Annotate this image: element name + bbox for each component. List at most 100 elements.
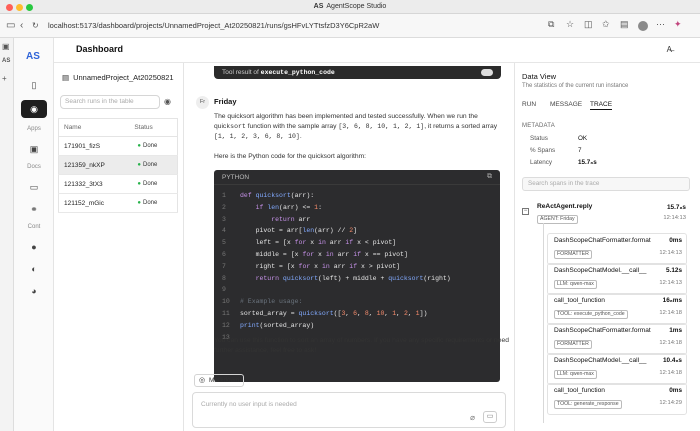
code-text: middle = [x for x in arr if x == pivot]: [255, 251, 408, 258]
span-tag: FORMATTER: [554, 250, 592, 259]
input-placeholder: Currently no user input is needed: [201, 401, 297, 408]
eye-icon[interactable]: ◉: [164, 97, 171, 106]
span-name: DashScopeChatModel.__call__: [554, 267, 647, 274]
sidebar-toggle-icon[interactable]: ▯: [21, 76, 47, 94]
tool-result-bar[interactable]: Tool result of execute_python_code: [214, 66, 501, 79]
column-header-status: Status: [129, 118, 178, 137]
agentscope-logo[interactable]: AS: [26, 51, 40, 62]
browser-toolbar: ▭ ‹ ↻ localhost:5173/dashboard/projects/…: [0, 14, 700, 38]
span-name: DashScopeChatModel.__call__: [554, 357, 647, 364]
code-line: 1 def quicksort(arr):: [222, 192, 314, 199]
collections-icon[interactable]: ▤: [620, 19, 629, 30]
copilot-icon[interactable]: ✦: [674, 19, 682, 30]
dingtalk-icon[interactable]: ◕: [21, 282, 47, 300]
back-icon[interactable]: ‹: [20, 20, 23, 31]
span-duration: 15.7₈s: [667, 204, 686, 211]
metadata-value: OK: [578, 135, 588, 142]
new-tab-icon[interactable]: +: [2, 74, 7, 83]
markdown-toggle-button[interactable]: ◎ Markdown: [194, 374, 244, 387]
bookmark-icon[interactable]: ☆: [566, 19, 574, 30]
layout-icon[interactable]: ▤: [62, 73, 69, 82]
tab-run[interactable]: RUN: [522, 101, 536, 108]
book-icon[interactable]: ▭: [21, 178, 47, 196]
metadata-value: 7: [578, 147, 582, 154]
discord-icon[interactable]: ◐: [21, 260, 47, 278]
runs-search-input[interactable]: Search runs in the table: [60, 95, 160, 109]
trace-span[interactable]: DashScopeChatFormatter.format 0ms FORMATTE…: [547, 233, 687, 265]
translate-icon[interactable]: A̶: [667, 45, 672, 54]
table-row[interactable]: 121332_3tX3 Done: [58, 174, 178, 194]
metadata-value: 15.7₈s: [578, 159, 597, 166]
message-sender: Friday: [214, 97, 237, 106]
code-text: return quicksort(left) + middle + quicks…: [255, 274, 451, 282]
send-button[interactable]: ▭: [483, 411, 497, 423]
panel-title: Data View: [522, 72, 557, 81]
status-badge: Done: [134, 142, 160, 150]
tabs-panel-icon[interactable]: ▣: [2, 42, 10, 51]
code-line: 7 right = [x for x in arr if x > pivot]: [222, 263, 400, 270]
attach-icon[interactable]: ⌀: [470, 413, 475, 422]
status-badge: Done: [134, 180, 160, 188]
span-name[interactable]: ReActAgent.reply: [537, 203, 592, 210]
span-time: 12:14:29: [659, 400, 682, 406]
more-icon[interactable]: ⋯: [656, 19, 665, 30]
split-view-icon[interactable]: ◫: [584, 19, 593, 30]
span-name: call_tool_function: [554, 387, 605, 394]
run-name: 121152_mGic: [58, 193, 130, 213]
line-number: 6: [222, 251, 226, 258]
span-duration: 0ms: [669, 237, 682, 244]
profile-avatar[interactable]: [638, 21, 648, 31]
panel-subtitle: The statistics of the current run instan…: [522, 83, 629, 89]
metadata-heading: METADATA: [522, 123, 555, 129]
tab-trace[interactable]: TRACE: [590, 101, 613, 110]
collapse-toggle[interactable]: −: [522, 208, 529, 215]
table-row-selected[interactable]: 121359_nkXP Done: [58, 155, 178, 175]
code-text: left = [x for x in arr if x < pivot]: [255, 239, 397, 247]
trace-span[interactable]: DashScopeChatModel.__call__ 5.12s LLM: qwe…: [547, 263, 687, 295]
expand-toggle[interactable]: [481, 69, 493, 76]
line-number: 3: [222, 215, 226, 223]
line-number: 1: [222, 192, 226, 199]
code-text: return arr: [271, 215, 311, 223]
link-icon[interactable]: ⚭: [21, 200, 47, 218]
window-titlebar: AS AgentScope Studio: [0, 0, 700, 14]
metadata-key: Latency: [530, 159, 553, 166]
tab-message[interactable]: MESSAGE: [550, 101, 582, 108]
reload-icon[interactable]: ↻: [32, 21, 39, 30]
span-search-input[interactable]: Search spans in the trace: [522, 177, 690, 191]
line-number: 8: [222, 274, 226, 282]
chat-input[interactable]: Currently no user input is needed ⌀ ▭: [192, 392, 506, 428]
code-text: pivot = arr[len(arr) // 2]: [255, 227, 358, 235]
tab-icon[interactable]: ⧉: [548, 19, 554, 30]
span-time: 12:14:18: [659, 340, 682, 346]
code-text: print(sorted_array): [240, 321, 315, 329]
line-number: 10: [222, 298, 230, 306]
span-duration: 10.4₈s: [663, 357, 682, 364]
table-row[interactable]: 121152_mGic Done: [58, 193, 178, 213]
agentscope-tab-icon[interactable]: AS: [2, 58, 10, 64]
trace-span[interactable]: call_tool_function 0ms TOOL: generate_resp…: [547, 383, 687, 415]
runs-panel: ▤ UnnamedProject_At20250821 Search runs i…: [54, 63, 184, 431]
span-time: 12:14:13: [663, 215, 686, 221]
code-text: def quicksort(arr):: [240, 192, 315, 199]
span-time: 12:14:13: [659, 250, 682, 256]
status-badge: Done: [134, 199, 160, 207]
span-name: DashScopeChatFormatter.format: [554, 327, 651, 334]
trace-span[interactable]: DashScopeChatFormatter.format 1ms FORMATTE…: [547, 323, 687, 355]
github-icon[interactable]: ●: [21, 238, 47, 256]
code-line: 12 print(sorted_array): [222, 322, 314, 329]
trace-span[interactable]: call_tool_function 16₈ms TOOL: execute_pyt…: [547, 293, 687, 325]
table-row[interactable]: 171901_fizS Done: [58, 136, 178, 156]
data-view-panel: Data View The statistics of the current …: [514, 63, 700, 431]
sidebar-toggle-icon[interactable]: ▭: [6, 20, 15, 31]
address-bar[interactable]: localhost:5173/dashboard/projects/Unname…: [48, 19, 536, 33]
run-name: 171901_fizS: [58, 136, 130, 156]
favorites-icon[interactable]: ✩: [602, 19, 610, 30]
code-line: 3 return arr: [222, 216, 310, 223]
friday-app-icon[interactable]: ▣: [21, 140, 47, 158]
cont-label: Cont: [27, 224, 41, 230]
copy-icon[interactable]: ⧉: [487, 173, 492, 181]
home-icon[interactable]: ◉: [21, 100, 47, 118]
run-name: 121359_nkXP: [58, 155, 130, 175]
trace-span[interactable]: DashScopeChatModel.__call__ 10.4₈s LLM: qw…: [547, 353, 687, 385]
